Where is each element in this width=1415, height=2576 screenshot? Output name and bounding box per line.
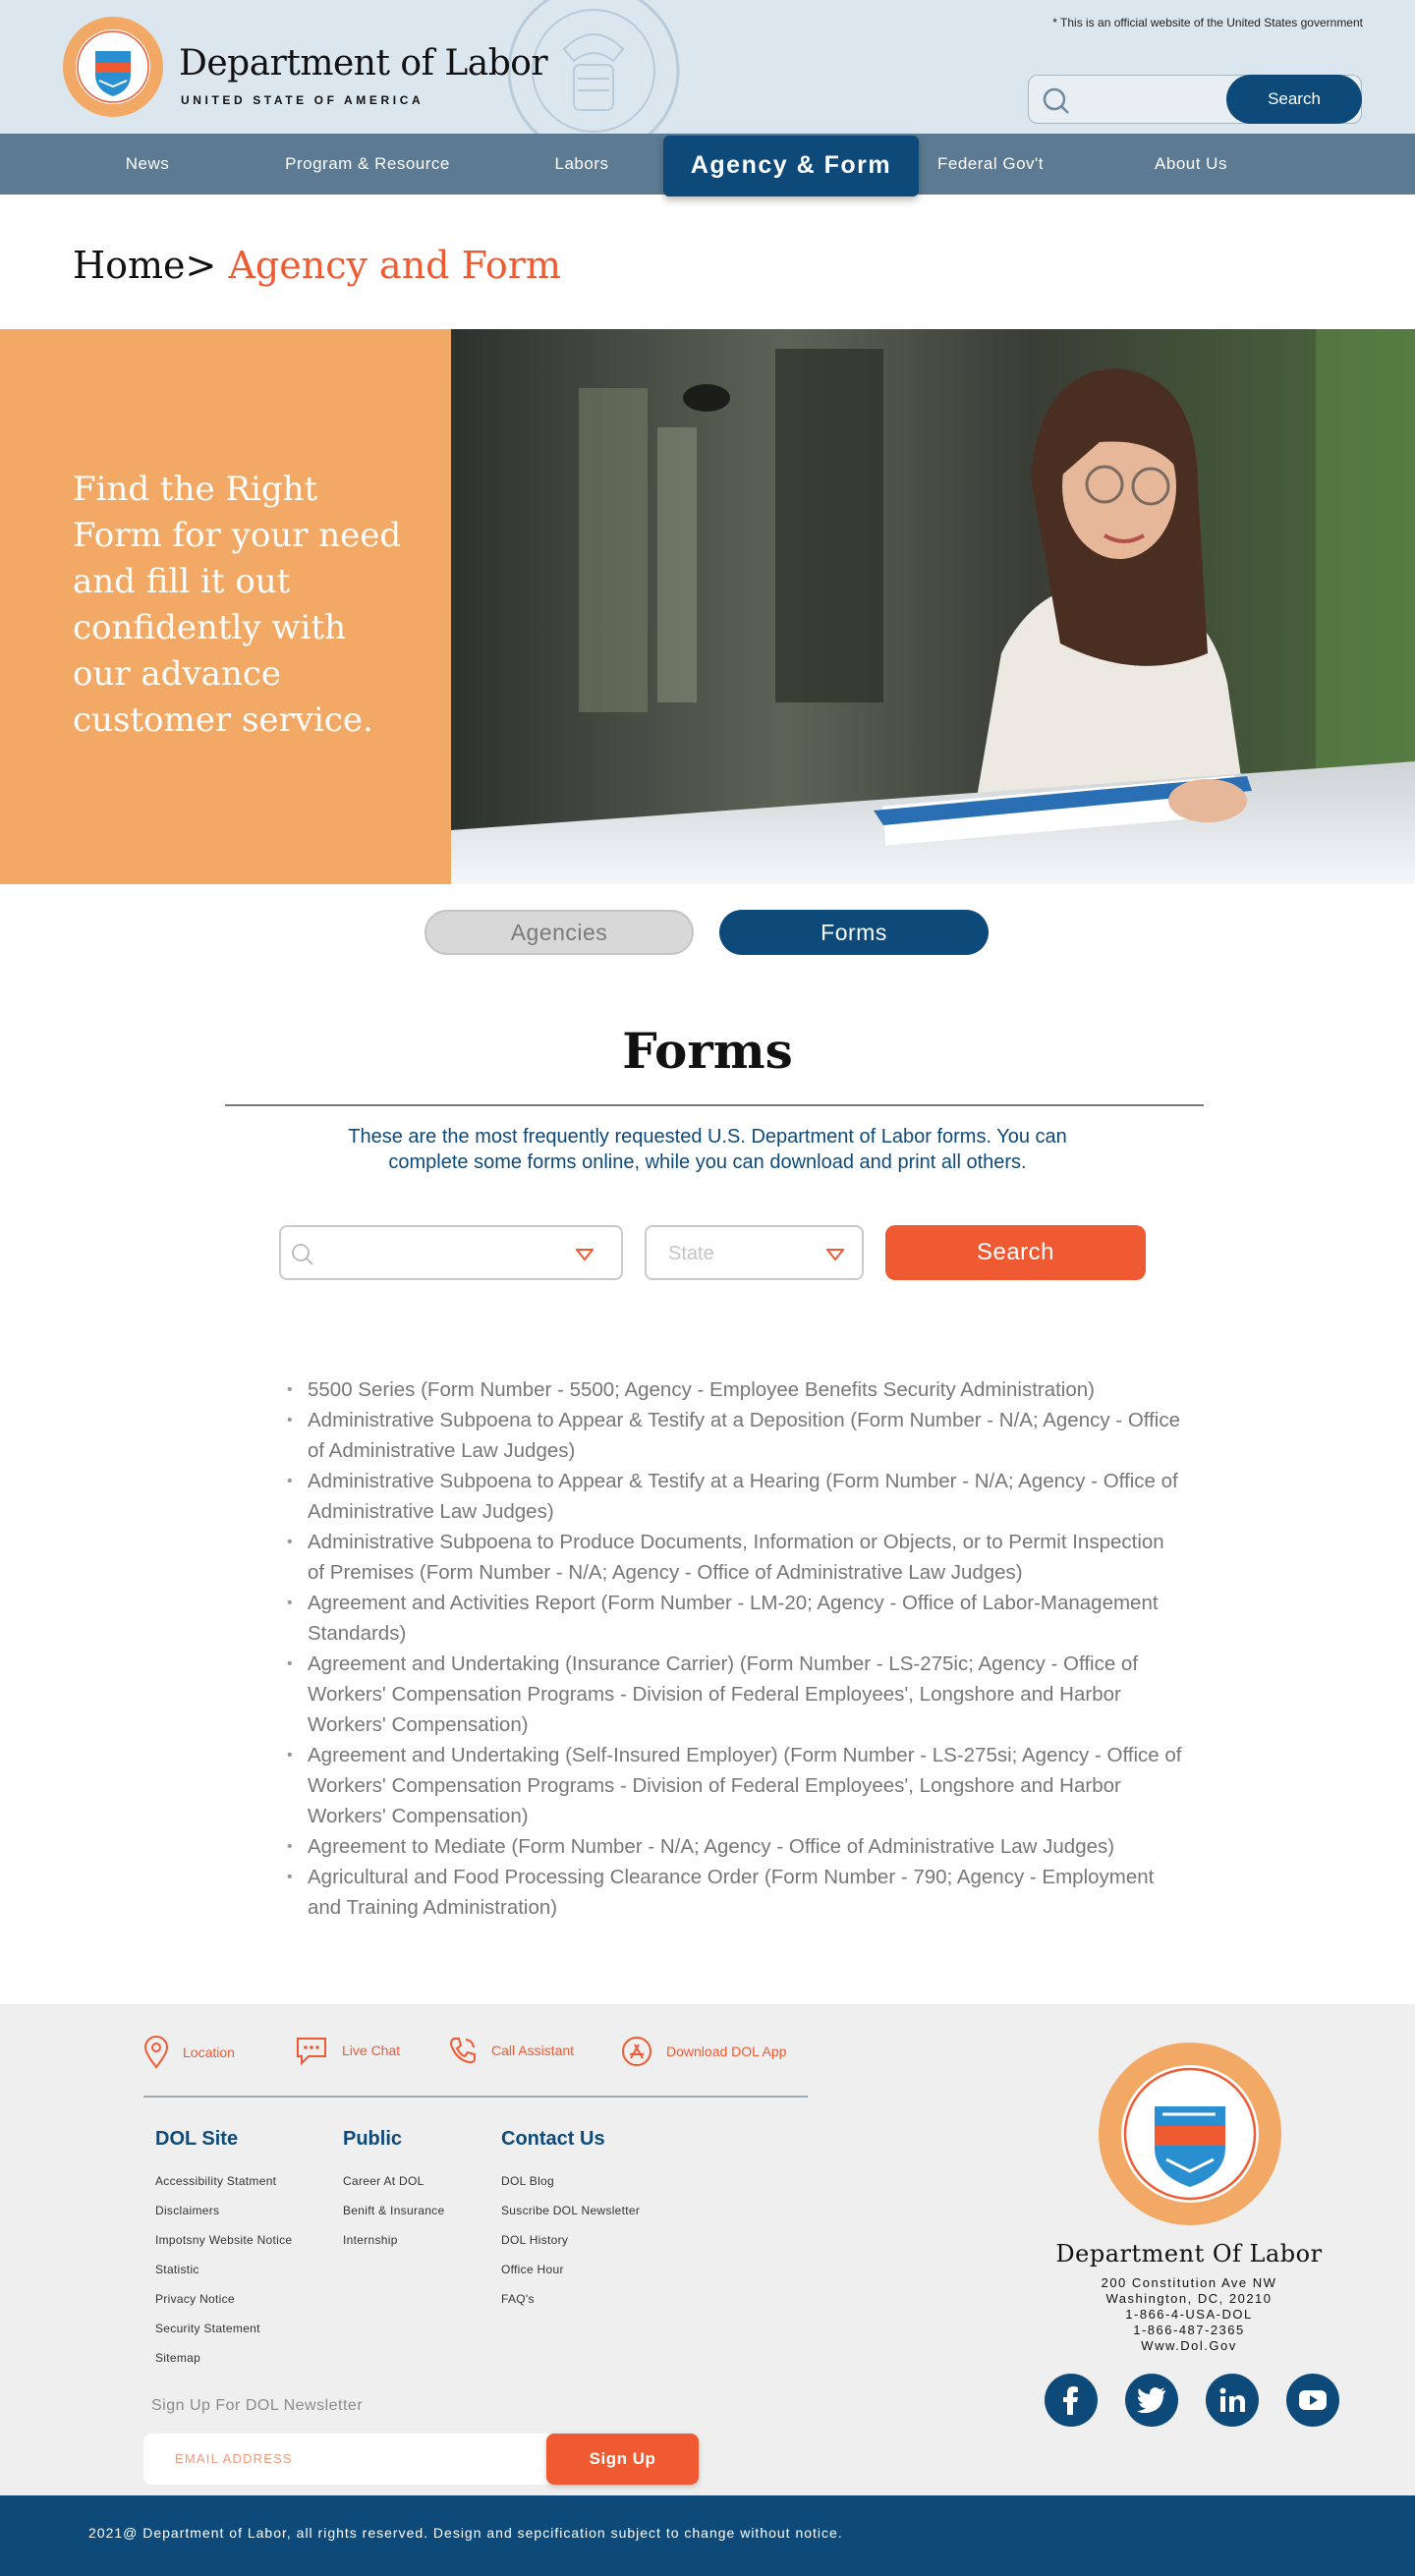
footer-col-public: Public Career At DOL Benift & Insurance … [343, 2128, 444, 2255]
chevron-down-icon [826, 1249, 844, 1260]
live-chat-label: Live Chat [342, 2043, 401, 2058]
nav-item-program-resource[interactable]: Program & Resource [259, 134, 476, 195]
footer-heading: Contact Us [501, 2128, 605, 2150]
copyright-bar: 2021@ Department of Labor, all rights re… [0, 2495, 1415, 2576]
footer-link[interactable]: Benift & Insurance [343, 2196, 444, 2225]
search-icon [1043, 87, 1069, 114]
list-item[interactable]: Agricultural and Food Processing Clearan… [287, 1862, 1183, 1923]
twitter-icon [1137, 2387, 1165, 2413]
call-assistant-label: Call Assistant [491, 2043, 575, 2058]
hero-photo [451, 329, 1415, 884]
list-item[interactable]: Agreement to Mediate (Form Number - N/A;… [287, 1831, 1183, 1862]
footer-link[interactable]: Security Statement [155, 2314, 292, 2343]
nav-item-labors[interactable]: Labors [523, 134, 641, 195]
main-nav: News Program & Resource Labors Agency & … [0, 134, 1415, 196]
breadcrumb-current: Agency and Form [228, 244, 561, 287]
header-search-button[interactable]: Search [1226, 75, 1362, 124]
breadcrumb: Home> Agency and Form [73, 244, 561, 287]
forms-description: These are the most frequently requested … [348, 1126, 1067, 1173]
site-header: * This is an official website of the Uni… [0, 0, 1415, 134]
footer-link[interactable]: DOL Blog [501, 2166, 640, 2196]
chevron-down-icon[interactable] [576, 1249, 594, 1260]
youtube-icon [1299, 2390, 1327, 2410]
footer-link[interactable]: Sitemap [155, 2343, 292, 2373]
list-item[interactable]: Administrative Subpoena to Appear & Test… [287, 1405, 1183, 1466]
list-item[interactable]: Administrative Subpoena to Appear & Test… [287, 1466, 1183, 1527]
divider [225, 1104, 1204, 1106]
footer-heading: DOL Site [155, 2128, 239, 2150]
list-item[interactable]: Administrative Subpoena to Produce Docum… [287, 1527, 1183, 1588]
chat-bubble-icon [297, 2038, 326, 2065]
forms-list: 5500 Series (Form Number - 5500; Agency … [287, 1374, 1183, 1923]
hero-panel: Find the Right Form for your need and fi… [0, 329, 451, 884]
location-link[interactable]: Location [143, 2036, 235, 2069]
live-chat-link[interactable]: Live Chat [295, 2036, 400, 2065]
location-label: Location [183, 2044, 235, 2060]
copyright-text: 2021@ Department of Labor, all rights re… [88, 2525, 843, 2541]
list-item[interactable]: Agreement and Undertaking (Self-Insured … [287, 1740, 1183, 1831]
footer-link[interactable]: Office Hour [501, 2255, 640, 2284]
address-line: 200 Constitution Ave NW [1101, 2275, 1277, 2290]
footer-address: 200 Constitution Ave NW Washington, DC, … [992, 2275, 1386, 2354]
nav-item-agency-form[interactable]: Agency & Form [663, 136, 919, 196]
website-line[interactable]: Www.Dol.Gov [992, 2338, 1386, 2354]
forms-heading: Forms [622, 1022, 793, 1080]
facebook-link[interactable] [1045, 2374, 1098, 2427]
breadcrumb-home[interactable]: Home> [73, 244, 216, 287]
phone-line: 1-866-487-2365 [1133, 2323, 1245, 2337]
dol-logo[interactable] [62, 16, 164, 118]
footer-heading: Public [343, 2128, 403, 2150]
forms-tab[interactable]: Forms [719, 910, 989, 955]
footer-link[interactable]: Internship [343, 2225, 444, 2255]
footer-link[interactable]: Career At DOL [343, 2166, 444, 2196]
official-site-notice: * This is an official website of the Uni… [1052, 16, 1363, 29]
state-select[interactable]: State [645, 1225, 864, 1280]
download-app-label: Download DOL App [666, 2044, 787, 2059]
brand-subtitle: UNITED STATE OF AMERICA [181, 93, 424, 107]
state-select-label: State [668, 1243, 714, 1264]
brand-title: Department of Labor [179, 43, 548, 84]
newsletter-email-input[interactable]: EMAIL ADDRESS [143, 2434, 566, 2485]
app-store-icon [622, 2037, 651, 2066]
phone-line: 1-866-4-USA-DOL [1125, 2307, 1253, 2322]
footer-link[interactable]: Impotsny Website Notice [155, 2225, 292, 2255]
list-item[interactable]: Agreement and Activities Report (Form Nu… [287, 1588, 1183, 1649]
nav-item-news[interactable]: News [88, 134, 206, 195]
divider [143, 2096, 808, 2098]
footer-link[interactable]: DOL History [501, 2225, 640, 2255]
form-search-input[interactable] [279, 1225, 623, 1280]
phone-icon [449, 2038, 476, 2064]
footer-link[interactable]: Statistic [155, 2255, 292, 2284]
youtube-link[interactable] [1286, 2374, 1339, 2427]
footer-link[interactable]: FAQ's [501, 2284, 640, 2314]
newsletter-placeholder: EMAIL ADDRESS [175, 2451, 293, 2466]
nav-item-about-us[interactable]: About Us [1132, 134, 1250, 195]
footer-link[interactable]: Suscribe DOL Newsletter [501, 2196, 640, 2225]
list-item[interactable]: 5500 Series (Form Number - 5500; Agency … [287, 1374, 1183, 1405]
footer-col-dol-site: DOL Site Accessibility Statment Disclaim… [155, 2128, 292, 2373]
form-search-button[interactable]: Search [885, 1225, 1146, 1280]
footer-col-contact-us: Contact Us DOL Blog Suscribe DOL Newslet… [501, 2128, 640, 2314]
search-icon [292, 1244, 313, 1265]
footer-link[interactable]: Privacy Notice [155, 2284, 292, 2314]
list-item[interactable]: Agreement and Undertaking (Insurance Car… [287, 1649, 1183, 1740]
signup-button[interactable]: Sign Up [546, 2434, 699, 2485]
linkedin-link[interactable] [1206, 2374, 1259, 2427]
address-line: Washington, DC, 20210 [1105, 2291, 1273, 2306]
agencies-tab[interactable]: Agencies [424, 910, 694, 955]
footer-link[interactable]: Accessibility Statment [155, 2166, 292, 2196]
nav-item-federal-gov[interactable]: Federal Gov't [924, 134, 1057, 195]
twitter-link[interactable] [1125, 2374, 1178, 2427]
call-assistant-link[interactable]: Call Assistant [448, 2036, 574, 2065]
footer-link[interactable]: Disclaimers [155, 2196, 292, 2225]
facebook-icon [1063, 2386, 1078, 2415]
site-footer: Location Live Chat Call Assistant Downlo… [0, 2004, 1415, 2495]
download-app-link[interactable]: Download DOL App [621, 2036, 786, 2067]
hero-text: Find the Right Form for your need and fi… [73, 470, 402, 740]
footer-brand: Department Of Labor [1055, 2240, 1323, 2268]
location-pin-icon [143, 2036, 169, 2069]
newsletter-label: Sign Up For DOL Newsletter [151, 2397, 364, 2414]
linkedin-icon [1219, 2387, 1245, 2412]
dol-logo [1099, 2043, 1281, 2225]
